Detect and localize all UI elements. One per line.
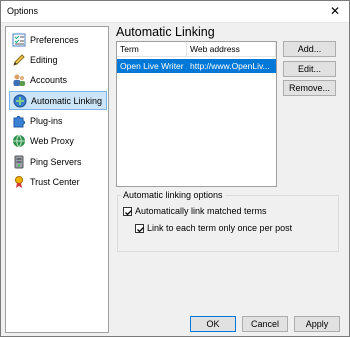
trust-center-icon — [15, 176, 23, 188]
sidebar-item-accounts[interactable]: Accounts — [9, 71, 107, 90]
sidebar-item-trust-center[interactable]: Trust Center — [9, 173, 107, 192]
auto-link-label[interactable]: Automatically link matched terms — [135, 206, 267, 216]
globe-icon — [13, 134, 25, 148]
sidebar-item-label: Plug-ins — [30, 116, 63, 126]
edit-button[interactable]: Edit... — [283, 61, 336, 77]
sidebar: Preferences Editing Accounts Automatic L… — [5, 26, 109, 333]
puzzle-icon — [13, 116, 25, 128]
users-icon — [13, 74, 25, 86]
sidebar-item-automatic-linking[interactable]: Automatic Linking — [9, 91, 107, 110]
server-icon — [14, 155, 24, 169]
auto-link-checkbox[interactable] — [123, 207, 132, 216]
link-icon — [13, 94, 27, 108]
window-title: Options — [7, 6, 39, 16]
links-table[interactable]: Term Web address Open Live Writer ... ht… — [116, 41, 277, 187]
sidebar-item-label: Automatic Linking — [31, 96, 103, 106]
sidebar-item-label: Web Proxy — [30, 136, 74, 146]
sidebar-item-label: Preferences — [30, 35, 79, 45]
once-per-post-label[interactable]: Link to each term only once per post — [147, 223, 292, 233]
checklist-icon — [12, 33, 26, 47]
apply-button[interactable]: Apply — [294, 316, 340, 332]
sidebar-item-label: Trust Center — [30, 177, 80, 187]
once-per-post-checkbox[interactable] — [135, 224, 144, 233]
checkmark-icon — [125, 210, 132, 216]
table-cell-web-address: http://www.OpenLiv... — [190, 61, 270, 71]
sidebar-item-plug-ins[interactable]: Plug-ins — [9, 112, 107, 131]
close-icon[interactable]: ✕ — [323, 1, 347, 21]
pencil-icon — [13, 54, 25, 66]
group-title: Automatic linking options — [121, 190, 225, 200]
title-bar: Options ✕ — [1, 1, 349, 23]
sidebar-item-preferences[interactable]: Preferences — [9, 31, 107, 50]
table-cell-term: Open Live Writer ... — [120, 61, 187, 71]
cancel-button[interactable]: Cancel — [242, 316, 288, 332]
sidebar-item-ping-servers[interactable]: Ping Servers — [9, 153, 107, 172]
add-button[interactable]: Add... — [283, 41, 336, 57]
sidebar-item-label: Accounts — [30, 75, 68, 85]
sidebar-item-editing[interactable]: Editing — [9, 51, 107, 70]
ok-button[interactable]: OK — [190, 316, 236, 332]
page-title: Automatic Linking — [116, 25, 215, 39]
table-row[interactable]: Open Live Writer ... http://www.OpenLiv.… — [117, 59, 276, 73]
sidebar-item-label: Editing — [30, 55, 58, 65]
sidebar-item-web-proxy[interactable]: Web Proxy — [9, 132, 107, 151]
checkmark-icon — [137, 227, 144, 233]
column-header-web-address[interactable]: Web address — [187, 42, 276, 57]
remove-button[interactable]: Remove... — [283, 80, 336, 96]
sidebar-item-label: Ping Servers — [30, 157, 82, 167]
column-header-term[interactable]: Term — [117, 42, 187, 57]
